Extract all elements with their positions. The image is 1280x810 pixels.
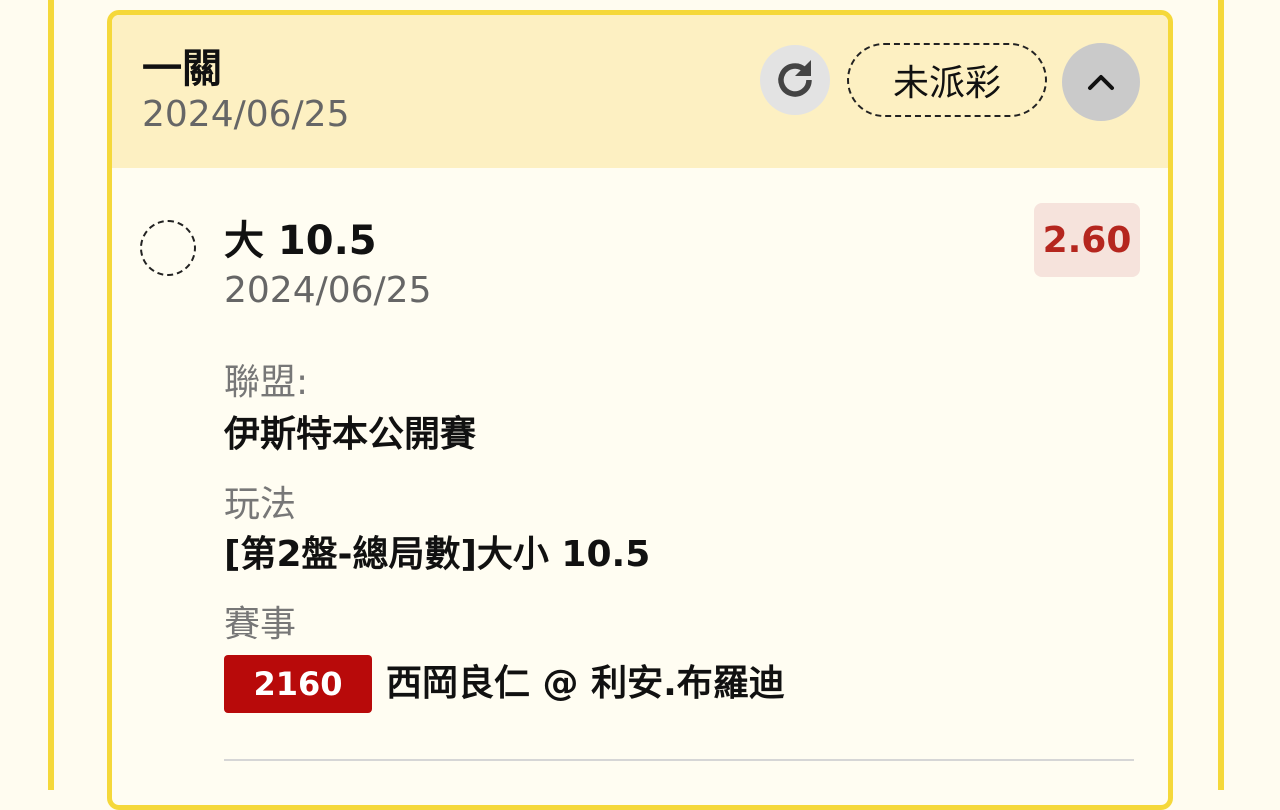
odds-badge: 2.60 <box>1034 203 1140 277</box>
event-label: 賽事 <box>224 604 297 645</box>
status-badge: 未派彩 <box>847 43 1047 117</box>
card-header[interactable]: 一關 2024/06/25 未派彩 <box>112 15 1168 168</box>
bet-selection: 大 10.5 <box>224 218 377 264</box>
league-value: 伊斯特本公開賽 <box>224 414 477 455</box>
play-label: 玩法 <box>224 484 297 525</box>
bet-card: 一關 2024/06/25 未派彩 大 10.5 2024/06/25 2.60… <box>107 10 1173 810</box>
event-code-badge: 2160 <box>224 655 372 713</box>
league-label: 聯盟: <box>224 362 309 403</box>
select-radio[interactable] <box>140 220 196 276</box>
divider <box>224 759 1134 761</box>
event-name: 西岡良仁 @ 利安.布羅迪 <box>386 663 785 704</box>
collapse-button[interactable] <box>1062 43 1140 121</box>
bet-type-title: 一關 <box>142 46 222 92</box>
refresh-button[interactable] <box>760 45 830 115</box>
refresh-icon <box>778 60 812 97</box>
play-value: [第2盤-總局數]大小 10.5 <box>224 534 651 575</box>
header-date: 2024/06/25 <box>142 94 350 135</box>
bet-date: 2024/06/25 <box>224 270 432 311</box>
chevron-up-icon <box>1088 75 1114 90</box>
